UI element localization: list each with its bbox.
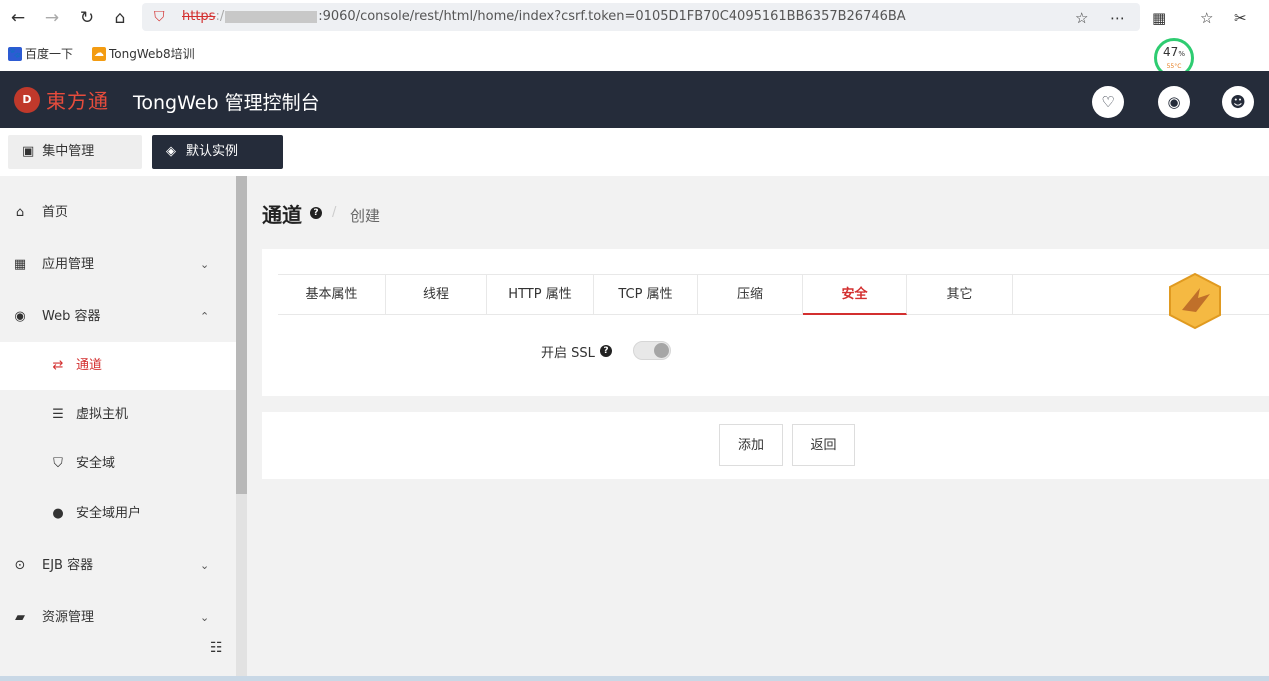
insecure-shield-icon: ⛉ [154, 9, 165, 25]
tab-other[interactable]: 其它 [907, 275, 1013, 315]
sidebar-item-realm-users[interactable]: ● 安全域用户 [0, 490, 236, 538]
chevron-down-icon: ⌄ [200, 258, 210, 271]
url-field[interactable]: ⛉ https:/:9060/console/rest/html/home/in… [142, 3, 1140, 31]
star-icon[interactable]: ☆ [1075, 6, 1088, 30]
central-management-button[interactable]: ▣ 集中管理 [8, 135, 142, 169]
dot-circle-icon: ⊙ [14, 558, 26, 573]
favorites-icon[interactable]: ☆ [1200, 6, 1213, 30]
grid-icon: ▦ [13, 257, 27, 272]
chevron-down-icon: ⌄ [200, 559, 210, 572]
form-card [262, 249, 1269, 396]
tab-tcp[interactable]: TCP 属性 [594, 275, 698, 315]
tongtech-logo: D 東方通 [14, 85, 109, 114]
screen-icon: ▣ [22, 144, 35, 159]
url-text: https:/:9060/console/rest/html/home/inde… [182, 9, 906, 24]
app-title: TongWeb 管理控制台 [133, 92, 320, 114]
user-icon: ● [52, 506, 64, 521]
question-icon[interactable]: ? [310, 207, 322, 219]
book-icon: ▰ [15, 610, 25, 625]
url-redacted-block [225, 10, 318, 23]
globe-icon[interactable]: ◉ [1158, 86, 1190, 118]
exchange-icon: ⇄ [52, 358, 64, 373]
back-arrow-icon[interactable]: ← [6, 6, 30, 30]
sidebar-item-ejb-container[interactable]: ⊙ EJB 容器 ⌄ [0, 542, 236, 590]
tab-http[interactable]: HTTP 属性 [487, 275, 594, 315]
app-header: D 東方通 TongWeb 管理控制台 ♡ ◉ ☻ [0, 71, 1269, 128]
sidebar-item-web-container[interactable]: ◉ Web 容器 ⌃ [0, 293, 236, 341]
folder-icon: ☁ [92, 46, 106, 61]
default-instance-button[interactable]: ◈ 默认实例 [152, 135, 283, 169]
sliders-icon[interactable]: ☷ [210, 640, 223, 656]
chevron-down-icon: ⌄ [200, 611, 210, 624]
browser-address-bar: ← → ↻ ⌂ ⛉ https:/:9060/console/rest/html… [0, 0, 1269, 36]
ssl-label: 开启 SSL [541, 346, 595, 361]
question-icon[interactable]: ? [600, 345, 612, 357]
sidebar-scrollbar-thumb[interactable] [236, 176, 247, 494]
bookmarks-bar: 🐾 百度一下 ☁ TongWeb8培训 [0, 36, 1269, 70]
cpu-temp: 55°C [1166, 63, 1182, 70]
sidebar-item-home[interactable]: ⌂ 首页 [0, 189, 236, 237]
tab-security[interactable]: 安全 [803, 275, 907, 315]
chevron-up-icon: ⌃ [200, 310, 210, 323]
sidebar-item-resource-management[interactable]: ▰ 资源管理 ⌄ [0, 594, 236, 642]
cube-icon: ◈ [166, 144, 176, 159]
sidebar-item-security-realm[interactable]: ⛉ 安全域 [0, 440, 236, 488]
tab-threads[interactable]: 线程 [386, 275, 487, 315]
back-button[interactable]: 返回 [792, 424, 855, 466]
page-title: 通道 [262, 203, 302, 227]
baidu-icon: 🐾 [8, 46, 22, 61]
add-button[interactable]: 添加 [719, 424, 783, 466]
globe-icon: ◉ [14, 309, 26, 324]
user-icon[interactable]: ☻ [1222, 86, 1254, 118]
server-icon: ☰ [52, 407, 64, 422]
os-taskbar [0, 676, 1269, 681]
forward-arrow-icon[interactable]: → [40, 6, 64, 30]
sidebar-item-channel[interactable]: ⇄ 通道 [0, 342, 236, 390]
mascot-badge-icon [1168, 272, 1222, 330]
breadcrumb-separator: / [332, 205, 337, 220]
more-icon[interactable]: ⋯ [1110, 6, 1125, 30]
reload-icon[interactable]: ↻ [75, 6, 99, 30]
breadcrumb: 创建 [350, 207, 381, 225]
sidebar-item-app-management[interactable]: ▦ 应用管理 ⌄ [0, 241, 236, 289]
apps-grid-icon[interactable]: ▦ [1152, 6, 1166, 30]
sidebar-item-virtual-host[interactable]: ☰ 虚拟主机 [0, 391, 236, 439]
bookmark-baidu[interactable]: 🐾 百度一下 [8, 45, 73, 62]
tab-compression[interactable]: 压缩 [698, 275, 803, 315]
logo-emblem-icon: D [14, 86, 40, 113]
instance-toolbar: ▣ 集中管理 ◈ 默认实例 [0, 128, 1269, 176]
toggle-knob [654, 343, 669, 358]
shield-icon: ⛉ [53, 456, 63, 471]
ssl-toggle[interactable] [633, 341, 671, 360]
bulb-icon[interactable]: ♡ [1092, 86, 1124, 118]
home-icon[interactable]: ⌂ [108, 6, 132, 30]
home-icon: ⌂ [15, 205, 25, 220]
cpu-percent: 47% [1163, 45, 1185, 59]
scissors-icon[interactable]: ✂ [1234, 6, 1247, 30]
bookmark-tongweb[interactable]: ☁ TongWeb8培训 [92, 45, 195, 62]
tab-basic[interactable]: 基本属性 [278, 275, 386, 315]
